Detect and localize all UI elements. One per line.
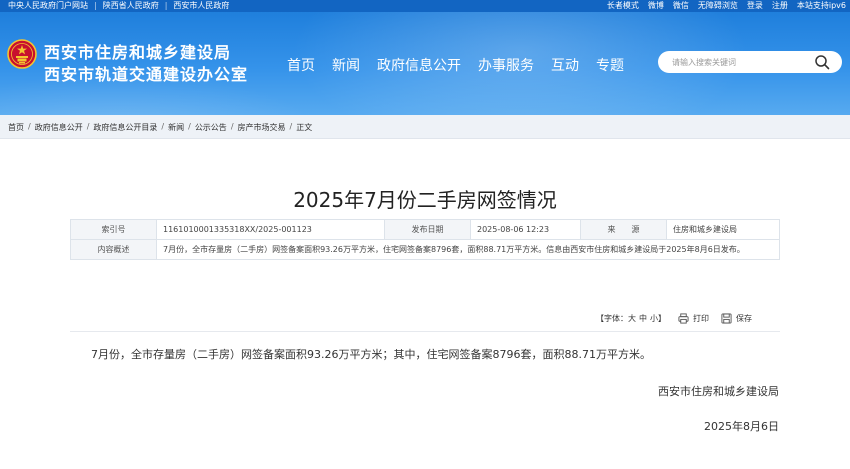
summary-label: 内容概述 bbox=[70, 239, 157, 260]
print-icon bbox=[678, 313, 689, 324]
save-icon bbox=[721, 313, 732, 324]
article-signature: 西安市住房和城乡建设局 bbox=[658, 385, 779, 398]
ipv6-notice: 本站支持ipv6 bbox=[796, 1, 846, 10]
link-shaanxi-gov[interactable]: 陕西省人民政府 bbox=[103, 0, 159, 11]
link-xian-gov[interactable]: 西安市人民政府 bbox=[173, 0, 229, 11]
top-bar: 中央人民政府门户网站 | 陕西省人民政府 | 西安市人民政府 长者模式 微博 微信 … bbox=[0, 0, 850, 12]
index-number-label: 索引号 bbox=[70, 219, 157, 240]
content-divider bbox=[70, 331, 780, 332]
breadcrumb-gov-info[interactable]: 政府信息公开 bbox=[35, 122, 83, 133]
summary-value: 7月份，全市存量房（二手房）网签备案面积93.26万平方米，住宅网签备案8796… bbox=[156, 239, 780, 260]
breadcrumb-news[interactable]: 新闻 bbox=[168, 122, 184, 133]
link-weibo[interactable]: 微博 bbox=[648, 0, 664, 11]
nav-news[interactable]: 新闻 bbox=[332, 55, 360, 75]
save-label: 保存 bbox=[736, 314, 752, 323]
breadcrumb-notices[interactable]: 公示公告 bbox=[195, 122, 227, 133]
article-body: 7月份，全市存量房（二手房）网签备案面积93.26万平方米；其中，住宅网签备案8… bbox=[91, 348, 651, 361]
font-size-small[interactable]: 小】 bbox=[650, 313, 666, 324]
search-input[interactable] bbox=[672, 55, 812, 69]
nav-interaction[interactable]: 互动 bbox=[551, 55, 579, 75]
publish-date-value: 2025-08-06 12:23 bbox=[470, 219, 581, 240]
nav-services[interactable]: 办事服务 bbox=[478, 55, 534, 75]
font-size-medium[interactable]: 中 bbox=[639, 313, 647, 324]
article-sign-date: 2025年8月6日 bbox=[704, 420, 779, 433]
site-header: 西安市住房和城乡建设局 西安市轨道交通建设办公室 首页 新闻 政府信息公开 办事… bbox=[0, 12, 850, 115]
org-name-line1: 西安市住房和城乡建设局 bbox=[44, 43, 232, 62]
breadcrumb-current: 正文 bbox=[296, 123, 313, 132]
article-tools: 【字体： 大 中 小】 打印 保存 bbox=[596, 313, 752, 324]
font-size-large[interactable]: 大 bbox=[628, 313, 636, 324]
divider: | bbox=[164, 1, 168, 10]
source-label: 来 源 bbox=[580, 219, 667, 240]
article-meta-table: 索引号 1161010001335318XX/2025-001123 发布日期 … bbox=[70, 219, 780, 260]
print-label: 打印 bbox=[693, 314, 709, 323]
top-bar-left-links: 中央人民政府门户网站 | 陕西省人民政府 | 西安市人民政府 bbox=[8, 0, 235, 11]
link-central-gov[interactable]: 中央人民政府门户网站 bbox=[8, 0, 88, 11]
font-size-label: 【字体： bbox=[596, 314, 628, 323]
nav-home[interactable]: 首页 bbox=[287, 55, 315, 75]
breadcrumb: 首页 / 政府信息公开 / 政府信息公开目录 / 新闻 / 公示公告 / 房产市场交易 / … bbox=[0, 115, 850, 139]
search-icon[interactable] bbox=[814, 54, 830, 70]
nav-gov-info[interactable]: 政府信息公开 bbox=[377, 55, 461, 75]
link-register[interactable]: 注册 bbox=[772, 0, 788, 11]
nav-topics[interactable]: 专题 bbox=[596, 55, 624, 75]
link-accessibility[interactable]: 无障碍浏览 bbox=[698, 0, 738, 11]
index-number-value: 1161010001335318XX/2025-001123 bbox=[156, 219, 385, 240]
divider: | bbox=[94, 1, 97, 10]
save-button[interactable]: 保存 bbox=[721, 313, 752, 324]
breadcrumb-housing-market[interactable]: 房产市场交易 bbox=[238, 122, 286, 133]
breadcrumb-gov-info-catalog[interactable]: 政府信息公开目录 bbox=[93, 122, 157, 133]
link-wechat[interactable]: 微信 bbox=[673, 0, 689, 11]
link-elder-mode[interactable]: 长者模式 bbox=[607, 0, 639, 11]
national-emblem-icon[interactable] bbox=[7, 39, 37, 69]
top-bar-right-links: 长者模式 微博 微信 无障碍浏览 登录 注册 本站支持ipv6 bbox=[598, 0, 846, 11]
publish-date-label: 发布日期 bbox=[384, 219, 471, 240]
article-title: 2025年7月份二手房网签情况 bbox=[293, 188, 557, 212]
link-login[interactable]: 登录 bbox=[747, 0, 763, 11]
org-name-line2: 西安市轨道交通建设办公室 bbox=[44, 65, 249, 84]
source-value: 住房和城乡建设局 bbox=[666, 219, 780, 240]
search-box bbox=[658, 51, 842, 73]
print-button[interactable]: 打印 bbox=[678, 313, 709, 324]
breadcrumb-home[interactable]: 首页 bbox=[8, 122, 24, 133]
main-nav: 首页 新闻 政府信息公开 办事服务 互动 专题 bbox=[287, 55, 641, 75]
